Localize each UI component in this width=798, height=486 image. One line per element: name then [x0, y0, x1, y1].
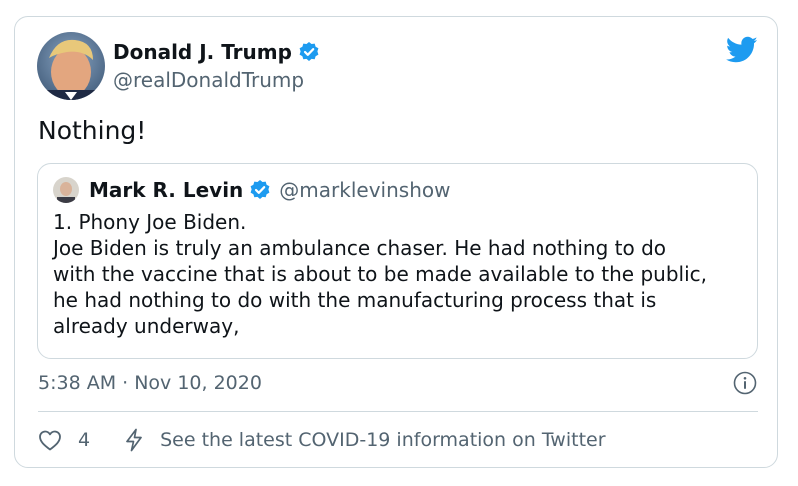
- quoted-author-name[interactable]: Mark R. Levin: [89, 178, 243, 202]
- quoted-text-line: already underway,: [53, 314, 240, 338]
- quoted-header: Mark R. Levin @marklevinshow: [89, 178, 450, 202]
- quoted-author-avatar[interactable]: [53, 177, 79, 203]
- quoted-author-handle[interactable]: @marklevinshow: [279, 178, 450, 202]
- twitter-bird-icon[interactable]: [725, 36, 758, 64]
- author-handle[interactable]: @realDonaldTrump: [113, 68, 304, 92]
- lightning-icon[interactable]: [124, 428, 144, 452]
- info-icon[interactable]: [733, 371, 757, 395]
- quoted-text-line: 1. Phony Joe Biden.: [53, 210, 247, 234]
- like-count[interactable]: 4: [78, 427, 90, 453]
- heart-icon[interactable]: [38, 429, 62, 451]
- verified-badge-icon: [298, 41, 320, 63]
- tweet-timestamp[interactable]: 5:38 AM · Nov 10, 2020: [38, 371, 262, 395]
- verified-badge-icon: [249, 179, 271, 201]
- quoted-text-line: with the vaccine that is about to be mad…: [53, 262, 707, 286]
- author-avatar[interactable]: [37, 32, 105, 100]
- author-name[interactable]: Donald J. Trump: [113, 40, 292, 64]
- divider: [38, 411, 758, 412]
- action-bar: 4 See the latest COVID-19 information on…: [38, 427, 606, 453]
- quoted-text-line: Joe Biden is truly an ambulance chaser. …: [53, 236, 666, 260]
- tweet-text: Nothing!: [38, 116, 147, 145]
- quoted-text: 1. Phony Joe Biden. Joe Biden is truly a…: [53, 209, 753, 339]
- covid-info-link[interactable]: See the latest COVID-19 information on T…: [160, 427, 605, 453]
- quoted-text-line: he had nothing to do with the manufactur…: [53, 288, 657, 312]
- author-name-row: Donald J. Trump: [113, 40, 320, 64]
